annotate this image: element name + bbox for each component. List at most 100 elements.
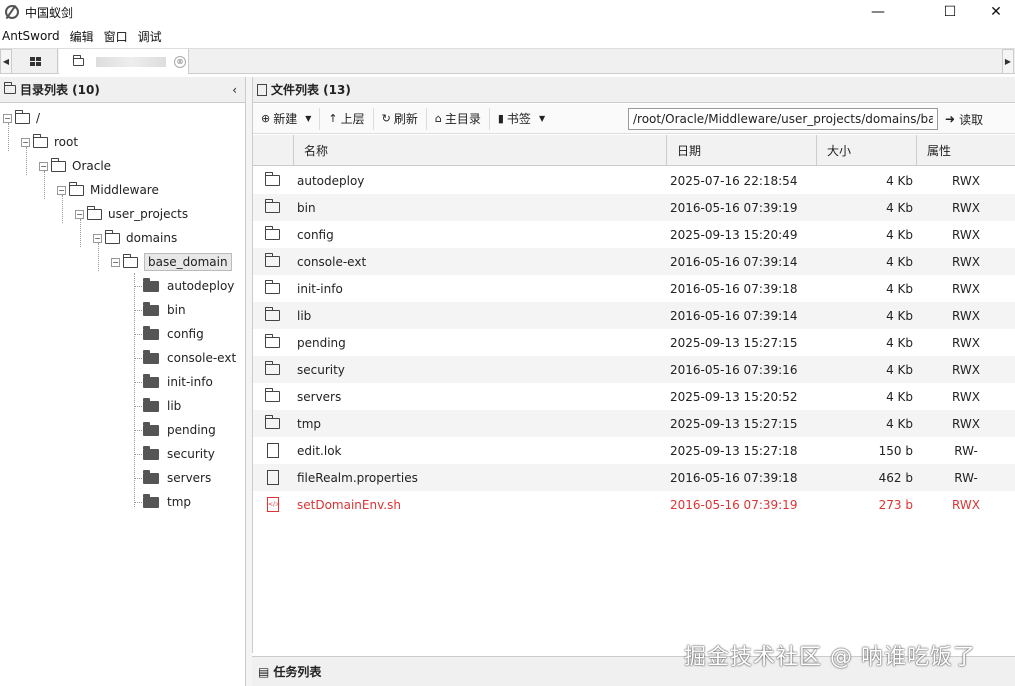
table-row[interactable]: init-info 2016-05-16 07:39:18 4 Kb RWX <box>253 275 1015 302</box>
tree-child-servers[interactable]: servers <box>143 468 211 488</box>
folder-icon <box>265 361 280 375</box>
folder-icon <box>15 109 30 124</box>
watermark: 掘金技术社区 @ 呐谁吃饭了 <box>684 645 976 670</box>
path-input[interactable] <box>628 108 938 130</box>
tree-child-lib[interactable]: lib <box>143 396 181 416</box>
menu-debug[interactable]: 调试 <box>136 28 166 45</box>
folder-icon <box>143 493 159 508</box>
menu-window[interactable]: 窗口 <box>102 28 132 45</box>
arrow-up-icon: ↑ <box>328 112 338 125</box>
table-row[interactable]: autodeploy 2025-07-16 22:18:54 4 Kb RWX <box>253 167 1015 194</box>
menu-antsword[interactable]: AntSword <box>0 29 64 43</box>
tab-close-icon[interactable]: ⊗ <box>174 55 186 68</box>
bookmark-button[interactable]: ▮ 书签 ▼ <box>490 108 553 130</box>
directory-panel: 目录列表 (10) ‹ − / − root − Oracle − Middle… <box>0 77 246 686</box>
table-row[interactable]: tmp 2025-09-13 15:27:15 4 Kb RWX <box>253 410 1015 437</box>
folder-icon <box>265 199 280 213</box>
folder-icon <box>143 373 159 388</box>
file-panel-header: 文件列表 (13) <box>253 77 1015 103</box>
home-icon: ⌂ <box>434 112 442 125</box>
tab-scroll-right-icon[interactable]: ▶ <box>1002 49 1014 74</box>
column-attr[interactable]: 属性 <box>916 135 1015 166</box>
folder-icon <box>265 253 280 267</box>
collapse-toggle-icon[interactable]: − <box>111 257 120 267</box>
window-title: 中国蚁剑 <box>25 5 74 20</box>
new-button[interactable]: ⊕ 新建 ▼ <box>253 107 321 130</box>
collapse-toggle-icon[interactable]: − <box>75 209 84 219</box>
table-row[interactable]: pending 2025-09-13 15:27:15 4 Kb RWX <box>253 329 1015 356</box>
table-row[interactable]: bin 2016-05-16 07:39:19 4 Kb RWX <box>253 194 1015 221</box>
tree-node-oracle[interactable]: − Oracle <box>39 156 111 176</box>
plus-circle-icon: ⊕ <box>261 112 271 125</box>
collapse-toggle-icon[interactable]: − <box>21 137 30 147</box>
column-date[interactable]: 日期 <box>666 135 816 166</box>
folder-icon <box>265 388 280 402</box>
table-row[interactable]: servers 2025-09-13 15:20:52 4 Kb RWX <box>253 383 1015 410</box>
collapse-toggle-icon[interactable]: − <box>3 113 12 123</box>
tree-child-security[interactable]: security <box>143 444 215 464</box>
refresh-button[interactable]: ↻ 刷新 <box>374 107 427 130</box>
tree-node-domains[interactable]: − domains <box>93 228 177 248</box>
antsword-logo-icon <box>5 5 19 19</box>
tree-child-config[interactable]: config <box>143 324 204 344</box>
minimize-button[interactable]: — <box>855 0 901 24</box>
tab-home[interactable] <box>13 49 58 74</box>
tree-node-middleware[interactable]: − Middleware <box>57 180 159 200</box>
redacted-session-name <box>96 56 166 67</box>
table-row[interactable]: fileRealm.properties 2016-05-16 07:39:18… <box>253 464 1015 491</box>
file-grid-header: 名称 日期 大小 属性 <box>253 135 1015 166</box>
tree-child-console-ext[interactable]: console-ext <box>143 348 236 368</box>
folder-icon <box>33 133 48 148</box>
read-button[interactable]: ➜ 读取 <box>945 108 983 130</box>
column-name[interactable]: 名称 <box>293 135 666 166</box>
menu-edit[interactable]: 编辑 <box>68 28 98 45</box>
caret-down-icon: ▼ <box>305 114 312 123</box>
folder-icon <box>87 205 102 220</box>
column-size[interactable]: 大小 <box>816 135 916 166</box>
table-row[interactable]: config 2025-09-13 15:20:49 4 Kb RWX <box>253 221 1015 248</box>
refresh-icon: ↻ <box>381 112 391 125</box>
tree-child-tmp[interactable]: tmp <box>143 492 191 512</box>
close-button[interactable]: ✕ <box>973 0 1015 24</box>
tree-child-bin[interactable]: bin <box>143 300 186 320</box>
tab-scroll-left-icon[interactable]: ◀ <box>0 49 12 74</box>
table-row[interactable]: edit.lok 2025-09-13 15:27:18 150 b RW- <box>253 437 1015 464</box>
tree-node-root-slash[interactable]: − / <box>3 108 40 128</box>
folder-icon <box>143 349 159 364</box>
table-row[interactable]: setDomainEnv.sh 2016-05-16 07:39:19 273 … <box>253 491 1015 518</box>
folder-icon <box>265 307 280 321</box>
collapse-toggle-icon[interactable]: − <box>39 161 48 171</box>
table-row[interactable]: security 2016-05-16 07:39:16 4 Kb RWX <box>253 356 1015 383</box>
collapse-toggle-icon[interactable]: − <box>93 233 102 243</box>
tree-child-init-info[interactable]: init-info <box>143 372 213 392</box>
up-level-button[interactable]: ↑ 上层 <box>320 107 374 130</box>
maximize-button[interactable]: ☐ <box>927 0 973 24</box>
tree-node-root[interactable]: − root <box>21 132 78 152</box>
caret-down-icon: ▼ <box>538 114 546 123</box>
file-icon <box>267 470 279 485</box>
file-panel: 文件列表 (13) ⊕ 新建 ▼ ↑ 上层 ↻ 刷新 ⌂ 主目录 ▮ 书签 ▼ … <box>252 77 1015 653</box>
folder-icon <box>143 277 159 292</box>
folder-icon <box>69 181 84 196</box>
folder-icon <box>123 253 138 268</box>
tree-node-base-domain[interactable]: − base_domain <box>111 252 232 272</box>
table-row[interactable]: console-ext 2016-05-16 07:39:14 4 Kb RWX <box>253 248 1015 275</box>
folder-icon <box>265 172 280 186</box>
code-file-icon <box>267 497 280 512</box>
tab-session[interactable]: ⊗ <box>59 49 189 74</box>
folder-icon <box>265 415 280 429</box>
tree-node-user-projects[interactable]: − user_projects <box>75 204 188 224</box>
list-icon: ▤ <box>258 664 270 679</box>
table-row[interactable]: lib 2016-05-16 07:39:14 4 Kb RWX <box>253 302 1015 329</box>
grid-icon <box>29 57 41 66</box>
task-list-title: 任务列表 <box>273 665 322 679</box>
bookmark-icon: ▮ <box>497 112 504 125</box>
collapse-toggle-icon[interactable]: − <box>57 185 66 195</box>
home-dir-button[interactable]: ⌂ 主目录 <box>427 107 490 130</box>
tree-child-autodeploy[interactable]: autodeploy <box>143 276 234 296</box>
tree-child-pending[interactable]: pending <box>143 420 216 440</box>
folder-icon <box>105 229 120 244</box>
collapse-panel-icon[interactable]: ‹ <box>232 83 237 97</box>
folder-icon <box>265 226 280 240</box>
file-icon <box>257 83 267 96</box>
